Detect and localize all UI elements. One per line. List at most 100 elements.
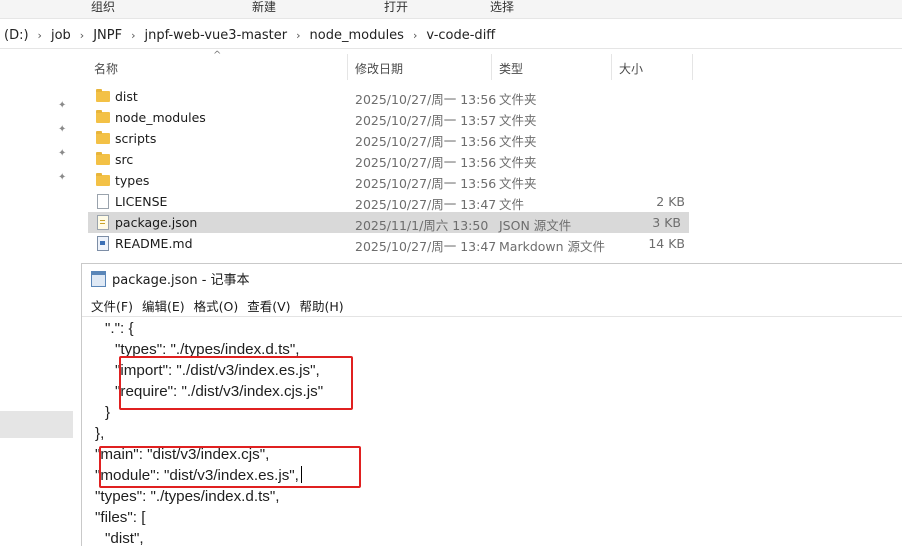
code-line: ".": { <box>105 320 134 337</box>
breadcrumb-job[interactable]: job › <box>51 28 93 43</box>
file-name: node_modules <box>115 110 206 125</box>
folder-icon <box>96 131 110 145</box>
file-row[interactable]: dist 2025/10/27/周一 13:56 文件夹 <box>88 86 693 107</box>
pin-icon[interactable]: ✦ <box>58 148 68 160</box>
folder-icon <box>96 110 110 124</box>
file-date: 2025/10/27/周一 13:57 <box>355 113 497 128</box>
file-row[interactable]: LICENSE 2025/10/27/周一 13:47 文件 2 KB <box>88 191 693 212</box>
code-line: "types": "./types/index.d.ts", <box>95 488 280 505</box>
file-type: 文件 <box>499 197 525 212</box>
file-date: 2025/11/1/周六 13:50 <box>355 218 489 233</box>
chevron-right-icon: › <box>79 28 85 42</box>
menu-help[interactable]: 帮助(H) <box>299 296 345 316</box>
folder-icon <box>96 152 110 166</box>
file-type: 文件夹 <box>499 134 537 149</box>
file-size: 3 KB <box>652 215 681 230</box>
file-date: 2025/10/27/周一 13:56 <box>355 176 497 191</box>
file-icon <box>96 194 109 209</box>
column-header-type[interactable]: 类型 <box>499 60 523 77</box>
column-header-date[interactable]: 修改日期 <box>355 60 403 77</box>
column-divider[interactable] <box>692 54 693 80</box>
file-name: dist <box>115 89 138 104</box>
menu-view[interactable]: 查看(V) <box>246 296 291 316</box>
file-date: 2025/10/27/周一 13:47 <box>355 239 497 254</box>
code-line: } <box>105 404 111 421</box>
ribbon-group-select[interactable]: 选择 <box>490 0 514 15</box>
breadcrumb-node-modules-label[interactable]: node_modules <box>310 28 404 43</box>
json-file-icon <box>96 215 109 230</box>
file-type: 文件夹 <box>499 113 537 128</box>
file-date: 2025/10/27/周一 13:47 <box>355 197 497 212</box>
menu-edit[interactable]: 编辑(E) <box>141 296 186 316</box>
file-row[interactable]: src 2025/10/27/周一 13:56 文件夹 <box>88 149 693 170</box>
column-divider[interactable] <box>347 54 348 80</box>
file-name: types <box>115 173 150 188</box>
code-line: }, <box>95 425 105 442</box>
pin-icon[interactable]: ✦ <box>58 100 68 112</box>
nav-item-selected[interactable] <box>0 411 73 438</box>
code-line: "dist", <box>105 530 144 547</box>
breadcrumb-jnpf[interactable]: JNPF › <box>93 28 144 43</box>
notepad-window: package.json - 记事本 文件(F) 编辑(E) 格式(O) 查看(… <box>81 263 902 547</box>
breadcrumb-current[interactable]: v-code-diff <box>426 28 495 43</box>
file-row[interactable]: node_modules 2025/10/27/周一 13:57 文件夹 <box>88 107 693 128</box>
menu-format[interactable]: 格式(O) <box>193 296 240 316</box>
notepad-title-bar[interactable]: package.json - 记事本 <box>82 264 902 293</box>
ribbon-strip: 组织 新建 打开 选择 <box>0 0 902 19</box>
file-name: LICENSE <box>115 194 168 209</box>
file-type: Markdown 源文件 <box>499 239 606 254</box>
breadcrumb-project-label[interactable]: jnpf-web-vue3-master <box>144 28 287 43</box>
notepad-icon <box>91 270 106 287</box>
markdown-file-icon <box>96 236 109 251</box>
file-date: 2025/10/27/周一 13:56 <box>355 155 497 170</box>
breadcrumb-drive-label[interactable]: (D:) <box>4 28 29 43</box>
column-header-size[interactable]: 大小 <box>619 60 643 77</box>
notepad-text-area[interactable]: ".": { "types": "./types/index.d.ts", "i… <box>82 316 902 547</box>
file-date: 2025/10/27/周一 13:56 <box>355 134 497 149</box>
navigation-pane: ✦ ✦ ✦ ✦ <box>0 50 74 545</box>
file-row[interactable]: README.md 2025/10/27/周一 13:47 Markdown 源… <box>88 233 693 254</box>
notepad-title: package.json - 记事本 <box>112 273 250 288</box>
file-type: 文件夹 <box>499 92 537 107</box>
chevron-right-icon: › <box>37 28 42 42</box>
file-size: 2 KB <box>656 194 685 209</box>
ribbon-group-organize[interactable]: 组织 <box>91 0 115 15</box>
file-row-selected[interactable]: package.json 2025/11/1/周六 13:50 JSON 源文件… <box>88 212 689 233</box>
column-divider[interactable] <box>611 54 612 80</box>
file-type: 文件夹 <box>499 155 537 170</box>
file-name: package.json <box>115 215 198 230</box>
breadcrumb-jnpf-label[interactable]: JNPF <box>93 28 122 43</box>
ribbon-group-new[interactable]: 新建 <box>252 0 276 15</box>
file-list-header: ^ 名称 修改日期 类型 大小 <box>88 50 693 82</box>
ribbon-group-open[interactable]: 打开 <box>384 0 408 15</box>
breadcrumb-job-label[interactable]: job <box>51 28 71 43</box>
breadcrumb-project[interactable]: jnpf-web-vue3-master › <box>144 28 309 43</box>
pin-icon[interactable]: ✦ <box>58 172 68 184</box>
column-header-name[interactable]: 名称 <box>94 60 118 77</box>
folder-icon <box>96 89 110 103</box>
chevron-right-icon: › <box>296 28 301 42</box>
chevron-right-icon: › <box>412 28 418 42</box>
column-divider[interactable] <box>491 54 492 80</box>
file-name: src <box>115 152 134 167</box>
file-name: README.md <box>115 236 193 251</box>
notepad-menu-bar: 文件(F) 编辑(E) 格式(O) 查看(V) 帮助(H) <box>82 296 345 316</box>
highlight-box-main-module <box>99 446 361 488</box>
folder-icon <box>96 173 110 187</box>
breadcrumb-current-label[interactable]: v-code-diff <box>426 28 495 43</box>
file-row[interactable]: scripts 2025/10/27/周一 13:56 文件夹 <box>88 128 693 149</box>
chevron-right-icon: › <box>131 28 136 42</box>
address-bar[interactable]: (D:) › job › JNPF › jnpf-web-vue3-master › n… <box>0 22 902 49</box>
file-list: dist 2025/10/27/周一 13:56 文件夹 node_module… <box>88 86 693 254</box>
menu-file[interactable]: 文件(F) <box>90 296 134 316</box>
breadcrumb-drive[interactable]: (D:) › <box>4 28 51 43</box>
file-type: JSON 源文件 <box>499 218 572 233</box>
file-size: 14 KB <box>648 236 685 251</box>
pin-icon[interactable]: ✦ <box>58 124 68 136</box>
file-name: scripts <box>115 131 157 146</box>
breadcrumb-node-modules[interactable]: node_modules › <box>310 28 427 43</box>
sort-ascending-icon: ^ <box>213 50 222 61</box>
file-row[interactable]: types 2025/10/27/周一 13:56 文件夹 <box>88 170 693 191</box>
file-date: 2025/10/27/周一 13:56 <box>355 92 497 107</box>
code-line: "files": [ <box>95 509 146 526</box>
